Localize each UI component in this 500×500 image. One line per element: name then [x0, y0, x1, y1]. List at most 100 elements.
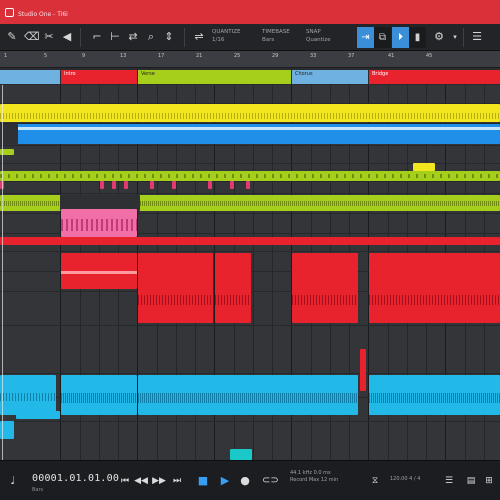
quantize-value: 1/16 [212, 37, 225, 43]
audio-clip[interactable] [369, 253, 500, 323]
edit-icon[interactable]: ⊞ [482, 474, 496, 488]
audio-clip[interactable] [0, 104, 500, 122]
mixer-icon[interactable]: ☰ [442, 474, 456, 488]
waveform [61, 393, 137, 403]
record-time-text: Record Max 12 min [290, 477, 339, 483]
browser-icon[interactable]: ▤ [464, 474, 478, 488]
arranger-section[interactable]: Bridge [369, 70, 500, 84]
arranger-track[interactable]: Intro Verse Chorus Bridge [0, 68, 500, 85]
toolbar-divider [80, 28, 81, 47]
audio-clip[interactable] [0, 237, 500, 245]
skip-end-icon[interactable]: ⏭ [170, 474, 184, 488]
play-icon[interactable]: ▶ [218, 474, 232, 488]
ruler-mark: 13 [120, 53, 127, 59]
listen-icon[interactable]: ⇄ [126, 30, 140, 44]
timebase-field[interactable]: TIMEBASE Bars [262, 28, 302, 47]
snap-field[interactable]: SNAP Quantize [306, 28, 346, 47]
ruler-mark: 17 [158, 53, 165, 59]
snap-toggle-button[interactable]: ⇥ [357, 27, 374, 48]
track-separator [0, 325, 500, 326]
tempo-display[interactable]: 120.00 4 / 4 [390, 476, 420, 483]
chevron-down-icon[interactable]: ▾ [448, 30, 462, 44]
quantize-field[interactable]: QUANTIZE 1/16 [212, 28, 256, 47]
arranger-section[interactable]: Verse [138, 70, 291, 84]
ruler-mark: 45 [426, 53, 433, 59]
track-separator [0, 373, 500, 374]
fast-forward-icon[interactable]: ▶▶ [152, 474, 166, 488]
midi-clip[interactable] [0, 171, 500, 181]
arrange-view[interactable] [0, 85, 500, 460]
waveform [138, 295, 213, 305]
playhead-cursor[interactable] [2, 85, 3, 460]
toolbar-divider [184, 28, 185, 47]
record-icon[interactable]: ● [238, 474, 252, 488]
track-separator [0, 193, 500, 194]
audio-clip[interactable] [138, 375, 358, 415]
quantize-label: QUANTIZE [212, 29, 241, 35]
punch-icon[interactable]: ⧖ [368, 474, 382, 488]
fit-icon[interactable]: ⇕ [162, 30, 176, 44]
midi-clip[interactable] [413, 163, 435, 171]
section-label: Chorus [295, 71, 313, 77]
eraser-icon[interactable]: ⌫ [24, 30, 40, 44]
audio-clip[interactable] [360, 349, 366, 391]
arranger-section[interactable]: Intro [61, 70, 137, 84]
audio-clip[interactable] [292, 253, 358, 323]
timecode-display[interactable]: 00001.01.01.00 [32, 473, 119, 484]
midi-notes [0, 174, 500, 178]
zoom-icon[interactable]: ⌕ [144, 30, 158, 44]
follow-button[interactable]: ⏵ [392, 27, 409, 48]
audio-clip[interactable] [230, 449, 252, 460]
audio-clip[interactable] [0, 375, 56, 415]
ruler-mark: 21 [196, 53, 203, 59]
range-icon[interactable]: ⊢ [108, 30, 122, 44]
midi-note[interactable] [124, 181, 128, 189]
scroll-icon[interactable]: ☰ [470, 30, 484, 44]
audio-clip[interactable] [61, 253, 137, 289]
audio-clip[interactable] [215, 253, 251, 323]
midi-note[interactable] [246, 181, 250, 189]
track-separator [0, 251, 500, 252]
waveform [0, 113, 500, 119]
track-separator [0, 421, 500, 422]
midi-clip[interactable] [61, 209, 137, 237]
ruler-mark: 9 [82, 53, 86, 59]
ripple-button[interactable]: ⧉ [374, 27, 391, 48]
rewind-icon[interactable]: ◀◀ [134, 474, 148, 488]
arranger-section[interactable]: Chorus [292, 70, 368, 84]
pencil-icon[interactable]: ✎ [5, 30, 19, 44]
loop-start-icon[interactable]: ⏮ [118, 474, 132, 488]
link-icon[interactable]: ⊂⊃ [262, 474, 279, 488]
timebase-label: TIMEBASE [262, 29, 290, 35]
settings-icon[interactable]: ⚙ [432, 30, 446, 44]
waveform [292, 295, 358, 305]
timeline-ruler[interactable]: 1 5 9 13 17 21 25 29 33 37 41 45 [0, 51, 500, 68]
audio-clip[interactable] [0, 124, 500, 144]
ruler-mark: 37 [348, 53, 355, 59]
section-label: Bridge [372, 71, 389, 77]
split-icon[interactable]: ✂ [42, 30, 56, 44]
bend-icon[interactable]: ⌐ [90, 30, 104, 44]
mute-icon[interactable]: ◀ [60, 30, 74, 44]
autoscroll-button[interactable]: ▮ [409, 27, 426, 48]
audio-clip[interactable] [369, 375, 500, 415]
sample-rate-text: 44.1 kHz 0.0 ms [290, 470, 331, 476]
midi-note[interactable] [230, 181, 234, 189]
arranger-section[interactable] [0, 70, 60, 84]
midi-note[interactable] [208, 181, 212, 189]
midi-note[interactable] [112, 181, 116, 189]
midi-note[interactable] [150, 181, 154, 189]
ruler-mark: 1 [4, 53, 8, 59]
transport-bar: ♩ 00001.01.01.00 Bars ⏮ ◀◀ ▶▶ ⏭ ■ ▶ ● ⊂⊃… [0, 460, 500, 500]
swap-icon[interactable]: ⇌ [192, 30, 206, 44]
midi-note[interactable] [100, 181, 104, 189]
metronome-icon[interactable]: ♩ [6, 474, 20, 488]
audio-clip[interactable] [61, 375, 137, 415]
snap-value: Quantize [306, 37, 331, 43]
audio-clip[interactable] [138, 253, 213, 323]
loop-icon[interactable]: ■ [196, 474, 210, 488]
section-label: Verse [141, 71, 155, 77]
midi-note[interactable] [172, 181, 176, 189]
waveform [369, 295, 500, 305]
audio-clip[interactable] [16, 411, 60, 419]
